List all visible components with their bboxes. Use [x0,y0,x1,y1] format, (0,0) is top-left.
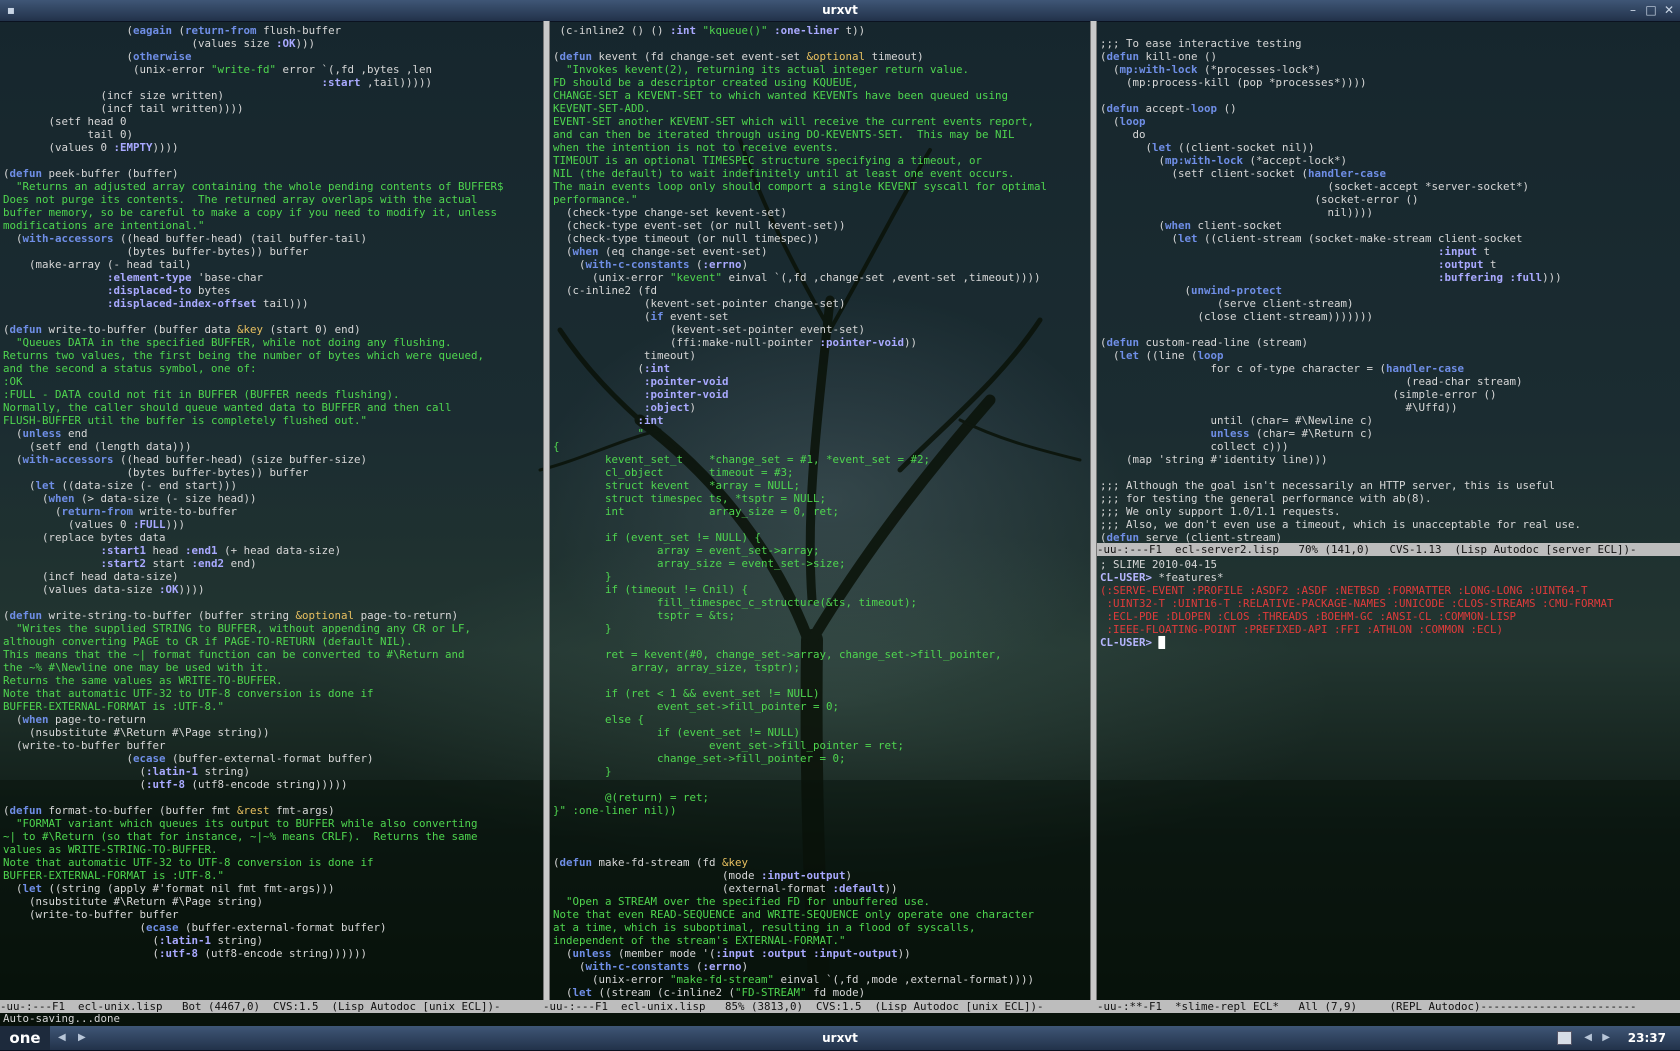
window-menu-icon[interactable]: ▪ [4,3,18,17]
pane-divider[interactable] [1090,21,1097,1002]
code-buffer-ecl-unix[interactable]: (eagain (return-from flush-buffer (value… [3,24,504,960]
window-title: urxvt [822,3,858,17]
tray-window-icon[interactable] [1557,1031,1572,1045]
maximize-icon[interactable]: □ [1644,3,1658,17]
prev-workspace-icon[interactable]: ◀ [58,1026,66,1050]
window-titlebar[interactable]: ▪ urxvt – □ ✕ [0,0,1680,22]
tray-prev-icon[interactable]: ◀ [1584,1026,1592,1050]
taskbar-window-title[interactable]: urxvt [822,1031,858,1045]
clock: 23:37 [1627,1031,1666,1045]
modeline-ecl-server2: -uu-:---F1 ecl-server2.lisp 70% (141,0) … [1097,543,1680,556]
echo-area: Auto-saving...done [3,1012,121,1025]
workspace-label[interactable]: one [0,1026,50,1050]
slime-repl-pane[interactable]: ; SLIME 2010-04-15 CL-USER> *features* (… [1097,557,1680,1002]
text-cursor: █ [1158,636,1166,649]
editor-pane-left[interactable]: (eagain (return-from flush-buffer (value… [0,21,543,1002]
taskbar[interactable]: one ◀ ▶ urxvt ◀ ▶ 23:37 [0,1026,1680,1051]
modeline-repl: -uu-:**-F1 *slime-repl ECL* All (7,9) (R… [1097,1000,1680,1013]
minimize-icon[interactable]: – [1626,3,1640,17]
editor-pane-middle[interactable]: (c-inline2 () () :int "kqueue()" :one-li… [550,21,1090,1002]
repl-buffer[interactable]: ; SLIME 2010-04-15 CL-USER> *features* (… [1100,558,1614,649]
code-buffer-ecl-server2[interactable]: ;;; To ease interactive testing (defun k… [1100,24,1581,543]
close-icon[interactable]: ✕ [1662,3,1676,17]
editor-pane-right-top[interactable]: ;;; To ease interactive testing (defun k… [1097,21,1680,543]
pane-divider[interactable] [543,21,550,1002]
tray-next-icon[interactable]: ▶ [1602,1026,1610,1050]
code-buffer-ecl-unix-kevent[interactable]: (c-inline2 () () :int "kqueue()" :one-li… [553,24,1047,999]
modeline-middle: -uu-:---F1 ecl-unix.lisp 85% (3813,0) CV… [543,1000,1097,1013]
next-workspace-icon[interactable]: ▶ [78,1026,86,1050]
